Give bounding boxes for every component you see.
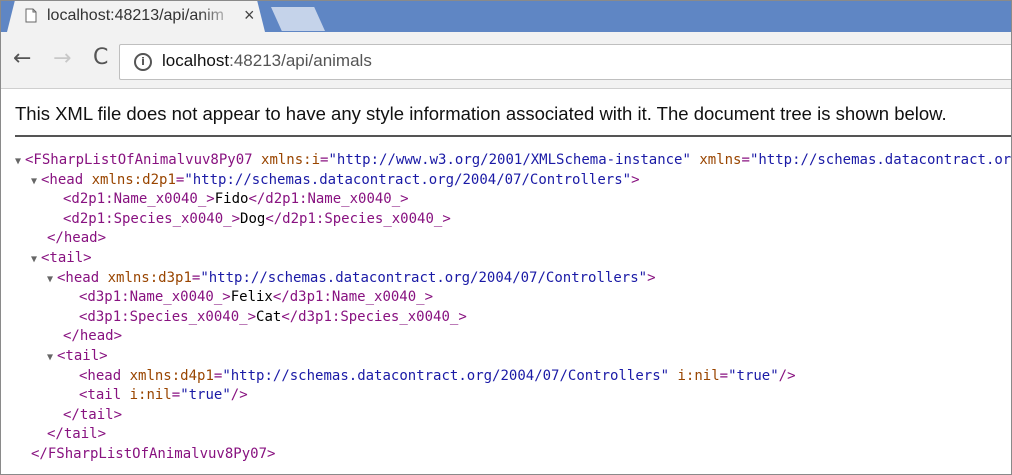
xml-line: </head>: [15, 327, 1011, 347]
address-bar[interactable]: i localhost:48213/api/animals: [119, 44, 1011, 80]
xml-tag: </tail>: [63, 406, 123, 423]
toolbar: ← → C i localhost:48213/api/animals: [1, 32, 1011, 89]
info-icon[interactable]: i: [134, 53, 152, 71]
xml-tag: />: [778, 367, 796, 384]
browser-window: localhost:48213/api/anim × ← → C i local…: [0, 0, 1012, 475]
xml-line: </head>: [15, 229, 1011, 249]
xml-tag: <d2p1:Species_x0040_>: [63, 210, 241, 227]
url-host: localhost: [162, 51, 230, 70]
xml-line: <tail i:nil="true"/>: [79, 387, 248, 404]
xml-line: <head xmlns:d4p1="http://schemas.datacon…: [79, 367, 796, 384]
xml-line: ▼ <tail>: [15, 249, 1011, 270]
xml-line: ▼ <FSharpListOfAnimalvuv8Py07 xmlns:i="ht…: [15, 151, 1012, 172]
xml-line: ▼ <head xmlns:d3p1="http://schemas.dataco…: [15, 269, 1011, 290]
xml-tag: </d2p1:Name_x0040_>: [248, 191, 409, 208]
xml-line: </tail>: [15, 406, 1011, 426]
back-arrow-icon[interactable]: ←: [13, 46, 31, 71]
xml-value: "http://schemas.datacontract.org/2004/07…: [222, 367, 670, 384]
notice-divider: [15, 135, 1011, 137]
collapse-triangle-icon[interactable]: ▼: [31, 172, 41, 192]
reload-icon[interactable]: C: [93, 45, 108, 70]
xml-tag: <head: [57, 269, 100, 286]
xml-value: "http://schemas.datacontract.org/2004/07…: [749, 152, 1012, 168]
xml-line: <d3p1:Species_x0040_>Cat</d3p1:Species_x…: [15, 308, 1011, 328]
close-icon[interactable]: ×: [244, 5, 255, 26]
xml-attr: i:nil: [129, 387, 172, 404]
xml-tag: </d3p1:Name_x0040_>: [272, 289, 434, 306]
xml-line: </FSharpListOfAnimalvuv8Py07>: [15, 445, 1011, 465]
xml-line: <d2p1:Name_x0040_>Fido</d2p1:Name_x0040_…: [15, 190, 1011, 210]
xml-value: "http://schemas.datacontract.org/2004/07…: [184, 171, 632, 188]
xml-tag: <d2p1:Name_x0040_>: [63, 191, 215, 208]
xml-tag: <tail>: [57, 347, 108, 364]
xml-tag: <d3p1:Name_x0040_>: [79, 289, 231, 306]
xml-line: ▼ <tail>: [15, 347, 1011, 368]
tab-strip: localhost:48213/api/anim ×: [1, 1, 1011, 32]
xml-value: "http://www.w3.org/2001/XMLSchema-instan…: [328, 152, 691, 168]
xml-tag: </d2p1:Species_x0040_>: [265, 210, 451, 227]
xml-value: "true": [728, 367, 779, 384]
xml-attr: xmlns: [699, 152, 742, 168]
page-icon: [25, 8, 37, 23]
xml-text: Felix: [230, 289, 273, 306]
xml-tag: </FSharpListOfAnimalvuv8Py07>: [31, 445, 276, 462]
xml-notice: This XML file does not appear to have an…: [15, 103, 947, 124]
xml-tag: <head: [79, 367, 122, 384]
tab-title: localhost:48213/api/anim: [47, 7, 225, 24]
xml-line: <d3p1:Name_x0040_>Felix</d3p1:Name_x0040…: [15, 288, 1011, 308]
xml-text: Dog: [240, 210, 266, 227]
xml-tag: </head>: [47, 230, 107, 247]
new-tab-button[interactable]: [271, 7, 325, 31]
xml-tag: </head>: [63, 328, 123, 345]
xml-tag: </d3p1:Species_x0040_>: [281, 308, 467, 325]
collapse-triangle-icon[interactable]: ▼: [47, 270, 57, 290]
xml-attr: xmlns:i: [261, 152, 321, 168]
xml-tag: <d3p1:Species_x0040_>: [79, 308, 257, 325]
xml-tree: ▼ <FSharpListOfAnimalvuv8Py07 xmlns:i="ht…: [15, 151, 1012, 465]
xml-line: </tail>: [15, 425, 1011, 445]
xml-value: "http://schemas.datacontract.org/2004/07…: [200, 269, 648, 286]
xml-tag: </tail>: [47, 426, 107, 443]
url-path: :48213/api/animals: [229, 51, 372, 70]
xml-tag: <tail>: [41, 249, 92, 266]
xml-tag: />: [230, 387, 248, 404]
xml-tag: <tail: [79, 387, 122, 404]
forward-arrow-icon[interactable]: →: [53, 46, 71, 71]
xml-line: ▼ <head xmlns:d2p1="http://schemas.dataco…: [15, 171, 1011, 192]
collapse-triangle-icon[interactable]: ▼: [15, 152, 25, 172]
browser-tab[interactable]: localhost:48213/api/anim ×: [7, 1, 265, 32]
xml-text: Fido: [214, 191, 249, 208]
xml-attr: i:nil: [677, 367, 720, 384]
xml-text: Cat: [256, 308, 282, 325]
xml-attr: xmlns:d2p1: [91, 171, 176, 188]
collapse-triangle-icon[interactable]: ▼: [47, 348, 57, 368]
url-text[interactable]: localhost:48213/api/animals: [162, 51, 372, 71]
xml-attr: xmlns:d3p1: [107, 269, 192, 286]
xml-value: "true": [180, 387, 231, 404]
xml-tag: <head: [41, 171, 84, 188]
xml-attr: xmlns:d4p1: [129, 367, 214, 384]
collapse-triangle-icon[interactable]: ▼: [31, 250, 41, 270]
page-content: This XML file does not appear to have an…: [1, 89, 1012, 474]
xml-line: <d2p1:Species_x0040_>Dog</d2p1:Species_x…: [15, 210, 1011, 230]
xml-tag: <FSharpListOfAnimalvuv8Py07: [25, 152, 253, 168]
